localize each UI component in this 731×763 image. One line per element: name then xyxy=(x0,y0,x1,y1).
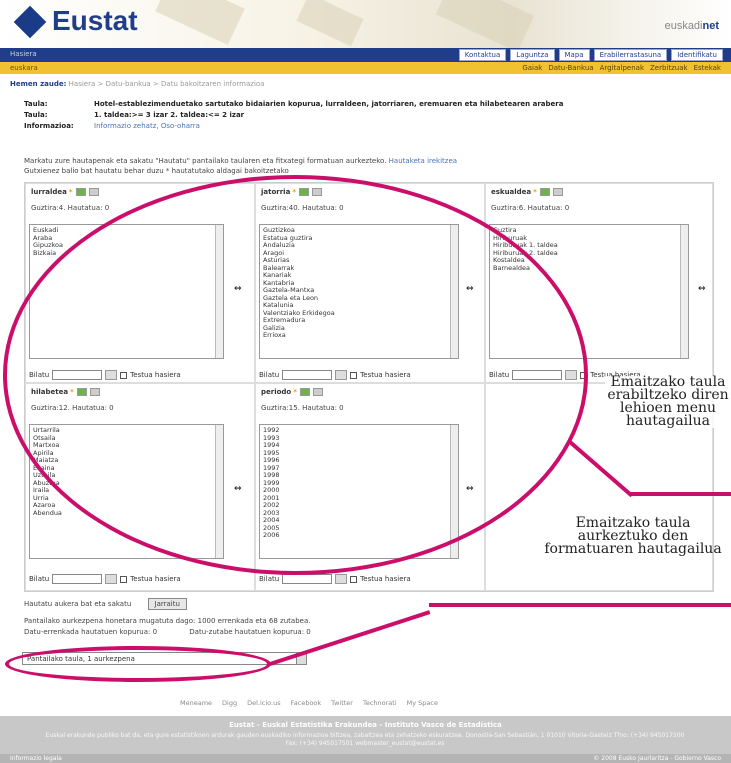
required-star-icon: * xyxy=(68,188,73,196)
share-digg[interactable]: Digg xyxy=(222,699,237,707)
table-info: Taula: Hotel-establezimenduetako sartutak… xyxy=(24,100,704,133)
annotation-ellipse-grid xyxy=(3,175,588,575)
share-twitter[interactable]: Twitter xyxy=(331,699,353,707)
info-key: Taula: xyxy=(24,100,48,108)
nav-accessibility[interactable]: Erabilerrastasuna xyxy=(593,49,668,61)
net-logo-suffix: net xyxy=(702,20,720,32)
breadcrumb-path[interactable]: Hasiera > Datu-bankua > Datu bakoitzaren… xyxy=(69,80,265,88)
send-row: Hautatu aukera bat eta sakatu Jarraitu xyxy=(24,598,187,610)
annotation-pointer-line xyxy=(630,492,731,496)
select-all-icon[interactable] xyxy=(75,188,86,196)
legal-info-link[interactable]: Informazio legala xyxy=(10,755,62,762)
info-key: Taula: xyxy=(24,111,48,119)
counts-row: Datu-errenkada hautatuen kopurua: 0 Datu… xyxy=(24,628,311,636)
top-navigation: Hasiera Kontaktua Laguntza Mapa Erabiler… xyxy=(0,48,731,62)
nav-login[interactable]: Identifikatu xyxy=(671,49,723,61)
annotation-ellipse-select xyxy=(5,646,271,682)
instructions-line1: Markatu zure hautapenak eta sakatu "Haut… xyxy=(24,157,387,165)
section-links[interactable]: Estekak xyxy=(694,64,721,72)
nav-contact[interactable]: Kontaktua xyxy=(458,49,507,61)
home-link[interactable]: Hasiera xyxy=(10,50,37,58)
section-databank[interactable]: Datu-Bankua xyxy=(548,64,593,72)
euskadi-net-logo[interactable]: euskadinet xyxy=(665,20,719,32)
select-all-icon[interactable] xyxy=(539,188,550,196)
text-start-checkbox[interactable] xyxy=(350,575,358,583)
breadcrumb-label: Hemen zaude: xyxy=(10,80,67,88)
section-publications[interactable]: Argitalpenak xyxy=(600,64,644,72)
nav-help[interactable]: Laguntza xyxy=(510,49,555,61)
required-star-icon: * xyxy=(533,188,537,196)
nav-map[interactable]: Mapa xyxy=(558,49,590,61)
limit-text: Pantailako aurkezpena honetara mugatuta … xyxy=(24,617,311,625)
rows-count: Datu-errenkada hautatuen kopurua: 0 xyxy=(24,628,158,636)
share-myspace[interactable]: My Space xyxy=(407,699,438,707)
search-label: Bilatu xyxy=(259,575,280,583)
share-facebook[interactable]: Facebook xyxy=(291,699,322,707)
panel-title: eskualdea xyxy=(491,188,532,196)
instructions: Markatu zure hautapenak eta sakatu "Haut… xyxy=(24,156,704,176)
header-decoration xyxy=(435,0,535,53)
section-topics[interactable]: Gaiak xyxy=(522,64,542,72)
eustat-logo-icon[interactable] xyxy=(13,5,47,39)
checkbox-label: Testua hasiera xyxy=(130,575,181,583)
continue-button[interactable]: Jarraitu xyxy=(147,598,187,610)
eustat-logo[interactable]: Eustat xyxy=(52,5,138,37)
site-header: Eustat euskadinet xyxy=(0,0,731,53)
site-footer: Eustat - Euskal Estatistika Erakundea - … xyxy=(0,716,731,763)
search-input[interactable] xyxy=(52,574,103,584)
checkbox-label: Testua hasiera xyxy=(360,575,411,583)
panel-count: Guztira:6. Hautatua: 0 xyxy=(491,204,570,212)
header-decoration xyxy=(296,0,364,47)
language-link[interactable]: euskara xyxy=(10,64,38,72)
panel-title: lurraldea xyxy=(31,188,67,196)
send-text: Hautatu aukera bat eta sakatu xyxy=(24,600,132,608)
share-delicious[interactable]: Del.icio.us xyxy=(247,699,281,707)
section-bar: euskara Gaiak Datu-Bankua Argitalpenak Z… xyxy=(0,62,731,74)
text-start-checkbox[interactable] xyxy=(120,575,128,583)
net-logo-prefix: euskadi xyxy=(664,20,703,32)
search-button[interactable] xyxy=(335,574,348,584)
search-button[interactable] xyxy=(105,574,118,584)
footer-text: Euskal erakunde publiko bat da, eta gure… xyxy=(45,732,685,747)
info-link[interactable]: Informazio zehatz, Oso-oharra xyxy=(94,122,200,130)
share-technorati[interactable]: Technorati xyxy=(363,699,397,707)
header-decoration xyxy=(155,0,245,46)
annotation-pointer-line xyxy=(429,603,731,607)
panel-count: Guztira:4. Hautatua: 0 xyxy=(31,204,110,212)
instructions-line2: Gutxienez balio bat hautatu behar duzu *… xyxy=(24,167,289,175)
deselect-all-icon[interactable] xyxy=(552,188,563,196)
annotation-text-top: Emaitzako taula erabiltzeko diren lehioe… xyxy=(605,375,731,428)
copyright: © 2008 Eusko Jaurlaritza - Gobierno Vasc… xyxy=(593,755,721,762)
breadcrumb: Hemen zaude: Hasiera > Datu-bankua > Dat… xyxy=(10,80,264,88)
search-input[interactable] xyxy=(282,574,333,584)
info-value: Hotel-establezimenduetako sartutako bida… xyxy=(94,100,564,108)
instructions-link[interactable]: Hautaketa irekitzea xyxy=(389,157,457,165)
move-arrow-icon[interactable]: ↔ xyxy=(698,284,706,294)
info-key: Informazioa: xyxy=(24,122,74,130)
info-value: 1. taldea:>= 3 izar 2. taldea:<= 2 izar xyxy=(94,111,245,119)
share-meneame[interactable]: Meneame xyxy=(180,699,212,707)
footer-title: Eustat - Euskal Estatistika Erakundea - … xyxy=(229,721,502,729)
annotation-text-bottom: Emaitzako taula aurkeztuko den formatuar… xyxy=(544,515,722,557)
section-services[interactable]: Zerbitzuak xyxy=(650,64,688,72)
cols-count: Datu-zutabe hautatuen kopurua: 0 xyxy=(189,628,311,636)
scrollbar[interactable] xyxy=(680,225,688,358)
share-links: Meneame Digg Del.icio.us Facebook Twitte… xyxy=(180,699,438,707)
search-label: Bilatu xyxy=(29,575,50,583)
deselect-all-icon[interactable] xyxy=(88,188,99,196)
